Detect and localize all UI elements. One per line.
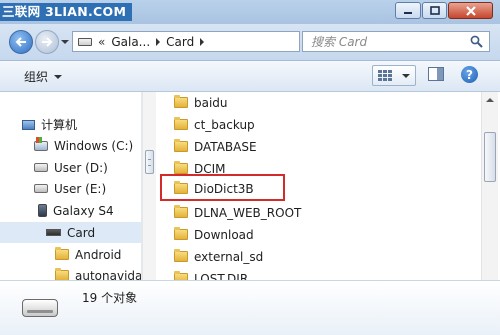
- minimize-button[interactable]: [395, 2, 421, 19]
- arrow-left-icon: [15, 37, 26, 47]
- tree-item-label: autonavidat: [75, 268, 141, 281]
- object-count: 19 个对象: [82, 291, 138, 305]
- chevron-down-icon: [54, 74, 63, 79]
- folder-icon: [174, 161, 188, 174]
- scrollbar-thumb[interactable]: [484, 132, 496, 182]
- windows-drive-icon: [34, 136, 48, 151]
- tree-item-windows-c[interactable]: Windows (C:): [0, 135, 141, 156]
- list-item-download[interactable]: Download: [174, 224, 254, 245]
- chevron-right-icon[interactable]: [200, 37, 205, 46]
- drive-icon: [34, 163, 48, 172]
- folder-icon: [55, 247, 69, 260]
- organize-menu[interactable]: 组织: [24, 68, 63, 85]
- search-input[interactable]: 搜索 Card: [302, 31, 490, 52]
- scrollbar-thumb[interactable]: [145, 150, 154, 174]
- minimize-icon: [404, 11, 412, 14]
- help-icon: ?: [466, 67, 473, 82]
- tree-item-label: User (E:): [54, 181, 107, 196]
- file-list-scrollbar[interactable]: [481, 92, 498, 280]
- change-view-button[interactable]: [372, 65, 416, 86]
- command-bar: 组织 ?: [0, 61, 500, 92]
- preview-pane-button[interactable]: [428, 67, 444, 81]
- tree-item-label: User (D:): [54, 160, 108, 175]
- tree-item-autonavidat[interactable]: autonavidat: [0, 265, 141, 280]
- folder-icon: [174, 139, 188, 152]
- drive-icon: [78, 37, 92, 46]
- list-item-dlna-web-root[interactable]: DLNA_WEB_ROOT: [174, 202, 301, 223]
- phone-icon: [38, 204, 47, 217]
- watermark-logo: 三联网 3LIAN.COM: [0, 3, 133, 21]
- view-grid-icon: [378, 69, 392, 82]
- explorer-window: 三联网 3LIAN.COM « Gala... Card 搜索 Card 组织 …: [0, 0, 500, 335]
- computer-icon: [22, 119, 35, 130]
- maximize-button[interactable]: [422, 2, 447, 19]
- list-item-baidu[interactable]: baidu: [174, 92, 228, 113]
- tree-item-label: Android: [75, 247, 122, 262]
- tree-item-android[interactable]: Android: [0, 244, 141, 265]
- folder-icon: [174, 227, 188, 240]
- tree-item-user-d[interactable]: User (D:): [0, 157, 141, 178]
- list-item-label: DATABASE: [194, 139, 257, 154]
- details-pane: 19 个对象: [0, 280, 500, 335]
- chevron-down-icon[interactable]: [402, 73, 410, 78]
- list-item-label: baidu: [194, 95, 228, 110]
- navigation-bar: « Gala... Card 搜索 Card: [0, 24, 500, 61]
- navigation-pane: 计算机 Windows (C:) User (D:) User (E:) Gal…: [0, 92, 141, 280]
- list-item-label: LOST.DIR: [194, 271, 249, 281]
- tree-item-label: Windows (C:): [54, 138, 134, 153]
- help-button[interactable]: ?: [461, 66, 478, 83]
- card-icon: [46, 229, 61, 236]
- forward-button[interactable]: [35, 30, 59, 54]
- arrow-right-icon: [42, 37, 53, 47]
- folder-icon: [174, 271, 188, 280]
- tree-item-computer[interactable]: 计算机: [0, 114, 141, 135]
- drive-icon: [34, 184, 48, 193]
- close-button[interactable]: [448, 2, 493, 19]
- breadcrumb-galaxy[interactable]: Gala...: [111, 35, 150, 49]
- recent-pages-dropdown[interactable]: [61, 40, 69, 44]
- list-item-external-sd[interactable]: external_sd: [174, 246, 263, 267]
- organize-label: 组织: [24, 70, 49, 84]
- title-bar[interactable]: 三联网 3LIAN.COM: [0, 0, 500, 24]
- tree-item-label: Card: [67, 225, 96, 240]
- folder-icon: [174, 117, 188, 130]
- scroll-up-icon[interactable]: [486, 98, 494, 102]
- search-placeholder: 搜索 Card: [311, 35, 368, 49]
- tree-item-user-e[interactable]: User (E:): [0, 178, 141, 199]
- list-item-lost-dir[interactable]: LOST.DIR: [174, 268, 248, 280]
- address-bar[interactable]: « Gala... Card: [72, 31, 363, 52]
- tree-item-label: 计算机: [41, 118, 78, 132]
- list-item-database[interactable]: DATABASE: [174, 136, 257, 157]
- close-icon: [465, 5, 476, 16]
- drive-icon: [22, 299, 58, 317]
- list-item-label: ct_backup: [194, 117, 255, 132]
- folder-icon: [174, 95, 188, 108]
- maximize-icon: [429, 6, 440, 15]
- list-item-label: DLNA_WEB_ROOT: [194, 205, 302, 220]
- chevron-right-icon[interactable]: [156, 37, 161, 46]
- navigation-scrollbar[interactable]: [142, 92, 156, 280]
- highlight-annotation: [160, 174, 285, 201]
- search-icon: [470, 35, 483, 48]
- folder-icon: [174, 249, 188, 262]
- folder-icon: [174, 205, 188, 218]
- back-button[interactable]: [9, 30, 33, 54]
- tree-item-card[interactable]: Card: [0, 222, 141, 243]
- preview-pane-icon: [437, 68, 443, 80]
- breadcrumb-overflow[interactable]: «: [98, 35, 105, 49]
- tree-item-label: Galaxy S4: [53, 203, 114, 218]
- breadcrumb-card[interactable]: Card: [166, 35, 194, 49]
- list-item-ct-backup[interactable]: ct_backup: [174, 114, 255, 135]
- folder-icon: [55, 268, 69, 280]
- tree-item-galaxy-s4[interactable]: Galaxy S4: [0, 200, 141, 221]
- list-item-label: external_sd: [194, 249, 264, 264]
- list-item-label: Download: [194, 227, 254, 242]
